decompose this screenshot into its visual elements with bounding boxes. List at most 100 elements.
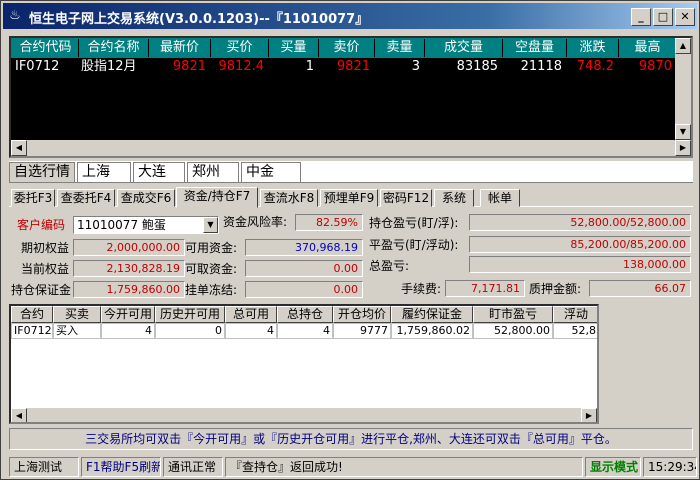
chevron-down-icon[interactable]: ▼ bbox=[203, 217, 218, 233]
total-pl-label: 总盈亏: bbox=[369, 259, 410, 273]
position-header: 合约 买卖 今开可用 历史开可用 总可用 总持仓 开仓均价 履约保证金 盯市盈亏… bbox=[11, 306, 597, 323]
tab-shanghai[interactable]: 上海 bbox=[77, 162, 131, 182]
col-header[interactable]: 合约 bbox=[11, 306, 53, 323]
close-pl-label: 平盈亏(盯/浮动): bbox=[369, 238, 459, 252]
scroll-down-icon[interactable]: ▼ bbox=[675, 124, 691, 140]
margin-label: 持仓保证金 bbox=[11, 283, 72, 297]
clock: 15:29:34 bbox=[643, 457, 697, 477]
maximize-button[interactable]: □ bbox=[653, 8, 673, 26]
col-header[interactable]: 最高 bbox=[619, 39, 677, 57]
quote-table[interactable]: 合约代码 合约名称 最新价 买价 买量 卖价 卖量 成交量 空盘量 涨跌 最高 … bbox=[9, 36, 693, 158]
total-pl-value: 138,000.00 bbox=[469, 256, 691, 273]
col-header[interactable]: 卖价 bbox=[319, 39, 375, 57]
col-header[interactable]: 合约名称 bbox=[79, 39, 149, 57]
frozen-value: 0.00 bbox=[245, 281, 363, 298]
quote-vscroll[interactable]: ▲ ▼ bbox=[675, 38, 691, 140]
table-row[interactable]: IF0712 股指12月 9821 9812.4 1 9821 3 83185 … bbox=[11, 58, 691, 77]
col-header[interactable]: 成交量 bbox=[425, 39, 503, 57]
col-header[interactable]: 盯市盈亏 bbox=[473, 306, 553, 323]
comm-status: 通讯正常 bbox=[163, 457, 223, 477]
window-title: 恒生电子网上交易系统(V3.0.0.1203)--『11010077』 bbox=[29, 12, 369, 27]
withdrawable-label: 可取资金: bbox=[185, 262, 238, 276]
minimize-button[interactable]: _ bbox=[631, 8, 651, 26]
table-row[interactable]: IF0712 买入 4 0 4 4 9777 1,759,860.02 52,8… bbox=[11, 323, 597, 339]
quote-hscroll[interactable]: ◀ ▶ bbox=[11, 140, 691, 156]
col-header[interactable]: 总可用 bbox=[225, 306, 277, 323]
cell-bid-vol: 1 bbox=[269, 58, 319, 76]
scroll-left-icon[interactable]: ◀ bbox=[11, 140, 27, 156]
col-header[interactable]: 空盘量 bbox=[503, 39, 567, 57]
cell-avg-price: 9777 bbox=[333, 323, 391, 339]
frozen-label: 挂单冻结: bbox=[185, 283, 238, 297]
tab-system[interactable]: 系统 bbox=[434, 189, 474, 207]
col-header[interactable]: 最新价 bbox=[149, 39, 211, 57]
risk-value: 82.59% bbox=[295, 214, 363, 231]
available-value: 370,968.19 bbox=[245, 239, 363, 256]
tab-order[interactable]: 委托F3 bbox=[11, 189, 55, 207]
tab-statement[interactable]: 帐单 bbox=[480, 189, 520, 207]
cell-volume: 83185 bbox=[425, 58, 503, 76]
function-tabs: 委托F3 查委托F4 查成交F6 资金/持仓F7 查流水F8 预埋单F9 密码F… bbox=[9, 187, 693, 208]
tab-preset-orders[interactable]: 预埋单F9 bbox=[320, 189, 378, 207]
client-select[interactable]: 11010077 鲍蛋 ▼ bbox=[73, 216, 219, 234]
app-logo-icon: ♨ bbox=[9, 8, 21, 23]
cell-name: 股指12月 bbox=[79, 58, 149, 76]
status-bar: 上海测试 F1帮助F5刷新 通讯正常 『查持仓』返回成功! 显示模式 15:29… bbox=[3, 456, 697, 478]
col-header[interactable]: 浮动 bbox=[553, 306, 597, 323]
close-button[interactable]: ✕ bbox=[675, 8, 695, 26]
title-bar[interactable]: ♨ 恒生电子网上交易系统(V3.0.0.1203)--『11010077』 _ … bbox=[3, 3, 697, 29]
fee-value: 7,171.81 bbox=[445, 280, 525, 297]
client-select-value: 11010077 鲍蛋 bbox=[77, 218, 166, 232]
col-header[interactable]: 买价 bbox=[211, 39, 269, 57]
col-header[interactable]: 买量 bbox=[269, 39, 319, 57]
tab-watchlist[interactable]: 自选行情 bbox=[9, 162, 75, 182]
tab-zhengzhou[interactable]: 郑州 bbox=[187, 162, 239, 182]
col-header[interactable]: 今开可用 bbox=[101, 306, 155, 323]
risk-label: 资金风险率: bbox=[223, 215, 288, 229]
col-header[interactable]: 合约代码 bbox=[13, 39, 79, 57]
position-hscroll[interactable]: ◀ ▶ bbox=[11, 408, 597, 422]
init-equity-label: 期初权益 bbox=[21, 241, 70, 255]
tab-cffex[interactable]: 中金 bbox=[241, 162, 301, 182]
margin-value: 1,759,860.00 bbox=[73, 281, 185, 298]
current-equity-label: 当前权益 bbox=[21, 262, 70, 276]
scroll-up-icon[interactable]: ▲ bbox=[675, 38, 691, 54]
cell-today-open[interactable]: 4 bbox=[101, 323, 155, 339]
col-header[interactable]: 卖量 bbox=[375, 39, 425, 57]
help-status: F1帮助F5刷新 bbox=[81, 457, 161, 477]
cell-side: 买入 bbox=[53, 323, 101, 339]
hint-text: 三交易所均可双击『今开可用』或『历史开仓可用』进行平仓,郑州、大连还可双击『总可… bbox=[9, 428, 693, 450]
withdrawable-value: 0.00 bbox=[245, 260, 363, 277]
close-pl-value: 85,200.00/85,200.00 bbox=[469, 236, 691, 253]
cell-hist-open[interactable]: 0 bbox=[155, 323, 225, 339]
tab-funds-positions[interactable]: 资金/持仓F7 bbox=[176, 187, 258, 208]
cell-ask: 9821 bbox=[319, 58, 375, 76]
cell-total-avail[interactable]: 4 bbox=[225, 323, 277, 339]
scroll-right-icon[interactable]: ▶ bbox=[675, 140, 691, 156]
cell-float: 52,8 bbox=[553, 323, 597, 339]
col-header[interactable]: 总持仓 bbox=[277, 306, 333, 323]
col-header[interactable]: 履约保证金 bbox=[391, 306, 473, 323]
scroll-right-icon[interactable]: ▶ bbox=[581, 408, 597, 422]
col-header[interactable]: 历史开可用 bbox=[155, 306, 225, 323]
main-window: ♨ 恒生电子网上交易系统(V3.0.0.1203)--『11010077』 _ … bbox=[0, 0, 700, 480]
display-mode-button[interactable]: 显示模式 bbox=[585, 457, 641, 477]
cell-high: 9870 bbox=[619, 58, 677, 76]
scroll-left-icon[interactable]: ◀ bbox=[11, 408, 27, 422]
col-header[interactable]: 涨跌 bbox=[567, 39, 619, 57]
position-pl-value: 52,800.00/52,800.00 bbox=[469, 214, 691, 231]
tab-query-trades[interactable]: 查成交F6 bbox=[117, 189, 175, 207]
cell-contract: IF0712 bbox=[11, 323, 53, 339]
tab-dalian[interactable]: 大连 bbox=[133, 162, 185, 182]
cell-open-interest: 21118 bbox=[503, 58, 567, 76]
cell-code: IF0712 bbox=[13, 58, 79, 76]
tab-query-orders[interactable]: 查委托F4 bbox=[57, 189, 115, 207]
tab-password[interactable]: 密码F12 bbox=[380, 189, 432, 207]
col-header[interactable]: 开仓均价 bbox=[333, 306, 391, 323]
tab-query-flow[interactable]: 查流水F8 bbox=[260, 189, 318, 207]
quote-header: 合约代码 合约名称 最新价 买价 买量 卖价 卖量 成交量 空盘量 涨跌 最高 … bbox=[11, 38, 691, 58]
market-tabs: 自选行情 上海 大连 郑州 中金 bbox=[9, 161, 693, 183]
position-table[interactable]: 合约 买卖 今开可用 历史开可用 总可用 总持仓 开仓均价 履约保证金 盯市盈亏… bbox=[9, 304, 599, 424]
col-header[interactable]: 买卖 bbox=[53, 306, 101, 323]
available-label: 可用资金: bbox=[185, 241, 238, 255]
